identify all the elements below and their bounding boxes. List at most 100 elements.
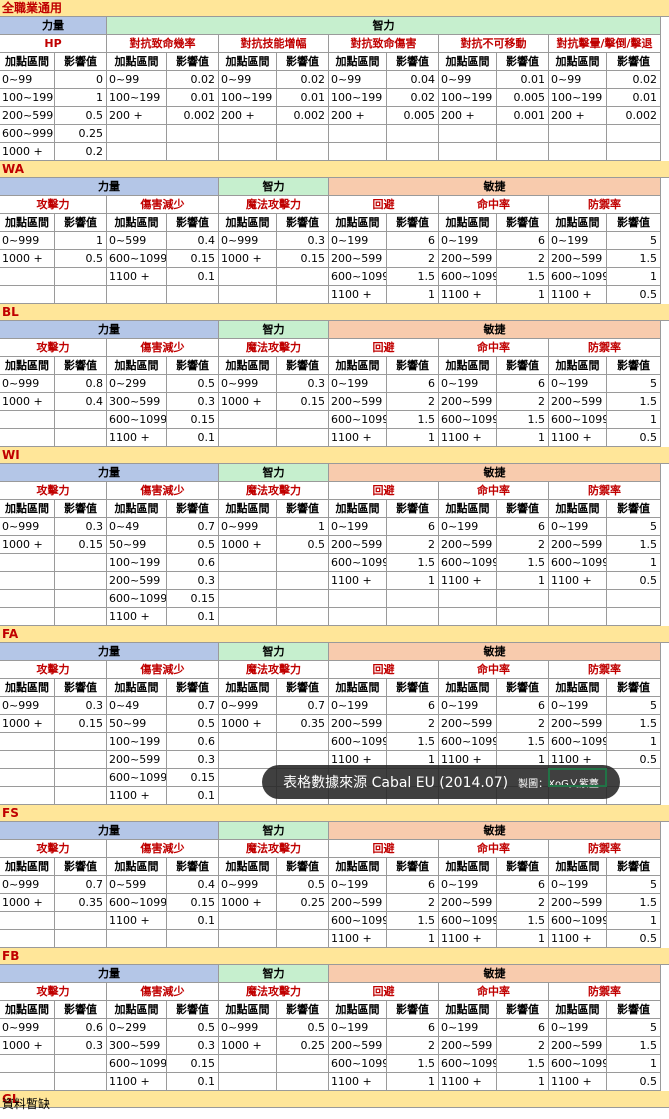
range-cell[interactable]: 1100 +	[329, 1073, 387, 1091]
range-cell[interactable]: 1100 +	[439, 429, 497, 447]
range-cell[interactable]: 200~599	[0, 107, 55, 125]
range-cell[interactable]: 600~1099	[107, 411, 167, 429]
value-cell[interactable]: 2	[387, 250, 439, 268]
value-cell[interactable]: 0.002	[607, 107, 661, 125]
value-cell[interactable]: 1.5	[497, 733, 549, 751]
value-cell[interactable]: 0.02	[607, 71, 661, 89]
range-cell[interactable]	[107, 143, 167, 161]
range-cell[interactable]: 1000 +	[0, 1037, 55, 1055]
value-cell[interactable]	[55, 751, 107, 769]
value-cell[interactable]: 1	[387, 930, 439, 948]
value-cell[interactable]: 0.5	[607, 572, 661, 590]
value-cell[interactable]: 0.15	[167, 894, 219, 912]
range-cell[interactable]: 1000 +	[219, 894, 277, 912]
value-cell[interactable]: 1	[607, 411, 661, 429]
value-cell[interactable]: 0.3	[167, 393, 219, 411]
range-cell[interactable]: 0~999	[0, 232, 55, 250]
value-cell[interactable]: 0.15	[167, 1055, 219, 1073]
range-cell[interactable]: 0~199	[439, 697, 497, 715]
value-cell[interactable]: 1.5	[387, 268, 439, 286]
value-cell[interactable]: 0.002	[277, 107, 329, 125]
range-cell[interactable]: 200~599	[329, 536, 387, 554]
range-cell[interactable]: 600~1099	[329, 1055, 387, 1073]
range-cell[interactable]: 600~1099	[439, 411, 497, 429]
range-cell[interactable]: 600~1099	[439, 554, 497, 572]
value-cell[interactable]: 6	[497, 232, 549, 250]
range-cell[interactable]: 600~1099	[107, 769, 167, 787]
range-cell[interactable]	[439, 143, 497, 161]
range-cell[interactable]: 0~599	[107, 876, 167, 894]
value-cell[interactable]	[277, 930, 329, 948]
value-cell[interactable]: 0.1	[167, 608, 219, 626]
value-cell[interactable]	[55, 590, 107, 608]
range-cell[interactable]	[439, 608, 497, 626]
range-cell[interactable]: 1100 +	[439, 572, 497, 590]
value-cell[interactable]: 6	[497, 518, 549, 536]
range-cell[interactable]: 0~999	[219, 697, 277, 715]
range-cell[interactable]: 0~199	[549, 697, 607, 715]
value-cell[interactable]: 1.5	[497, 268, 549, 286]
range-cell[interactable]: 200~599	[439, 715, 497, 733]
value-cell[interactable]: 2	[497, 715, 549, 733]
range-cell[interactable]: 600~1099	[439, 912, 497, 930]
value-cell[interactable]: 0.02	[277, 71, 329, 89]
range-cell[interactable]: 600~1099	[329, 268, 387, 286]
range-cell[interactable]: 100~199	[107, 89, 167, 107]
value-cell[interactable]: 0.1	[167, 787, 219, 805]
range-cell[interactable]: 1100 +	[549, 1073, 607, 1091]
range-cell[interactable]: 1100 +	[439, 286, 497, 304]
range-cell[interactable]: 600~1099	[549, 411, 607, 429]
value-cell[interactable]: 1	[607, 1055, 661, 1073]
range-cell[interactable]: 1000 +	[0, 894, 55, 912]
value-cell[interactable]: 0.5	[277, 536, 329, 554]
value-cell[interactable]	[167, 125, 219, 143]
range-cell[interactable]: 1100 +	[329, 930, 387, 948]
range-cell[interactable]: 200 +	[439, 107, 497, 125]
value-cell[interactable]: 1	[387, 286, 439, 304]
value-cell[interactable]: 2	[387, 894, 439, 912]
range-cell[interactable]: 300~599	[107, 393, 167, 411]
value-cell[interactable]: 0.5	[167, 1019, 219, 1037]
value-cell[interactable]: 6	[497, 876, 549, 894]
range-cell[interactable]	[0, 590, 55, 608]
value-cell[interactable]: 6	[497, 1019, 549, 1037]
value-cell[interactable]: 0.5	[277, 1019, 329, 1037]
value-cell[interactable]: 1	[607, 554, 661, 572]
value-cell[interactable]: 0.6	[167, 554, 219, 572]
value-cell[interactable]	[277, 411, 329, 429]
value-cell[interactable]: 6	[387, 1019, 439, 1037]
value-cell[interactable]: 1.5	[607, 715, 661, 733]
range-cell[interactable]	[219, 411, 277, 429]
range-cell[interactable]	[0, 429, 55, 447]
range-cell[interactable]: 0~199	[329, 375, 387, 393]
range-cell[interactable]: 200~599	[549, 393, 607, 411]
value-cell[interactable]	[277, 1055, 329, 1073]
range-cell[interactable]: 1100 +	[107, 268, 167, 286]
range-cell[interactable]: 0~999	[219, 876, 277, 894]
range-cell[interactable]: 0~199	[329, 697, 387, 715]
value-cell[interactable]: 1	[387, 572, 439, 590]
range-cell[interactable]: 200~599	[439, 1037, 497, 1055]
value-cell[interactable]: 6	[387, 697, 439, 715]
range-cell[interactable]	[549, 125, 607, 143]
range-cell[interactable]: 0~49	[107, 697, 167, 715]
value-cell[interactable]	[277, 1073, 329, 1091]
value-cell[interactable]	[277, 286, 329, 304]
value-cell[interactable]: 0.7	[277, 697, 329, 715]
range-cell[interactable]: 200~599	[439, 894, 497, 912]
range-cell[interactable]	[0, 268, 55, 286]
value-cell[interactable]: 0.5	[167, 536, 219, 554]
value-cell[interactable]: 0.15	[167, 411, 219, 429]
range-cell[interactable]: 1100 +	[549, 429, 607, 447]
range-cell[interactable]: 1000 +	[0, 536, 55, 554]
range-cell[interactable]: 100~199	[549, 89, 607, 107]
range-cell[interactable]	[107, 286, 167, 304]
range-cell[interactable]	[329, 608, 387, 626]
value-cell[interactable]: 0.005	[387, 107, 439, 125]
range-cell[interactable]: 600~1099	[329, 912, 387, 930]
value-cell[interactable]: 0.2	[55, 143, 107, 161]
range-cell[interactable]	[0, 787, 55, 805]
value-cell[interactable]: 0.1	[167, 1073, 219, 1091]
value-cell[interactable]: 0.1	[167, 429, 219, 447]
value-cell[interactable]: 1	[387, 1073, 439, 1091]
